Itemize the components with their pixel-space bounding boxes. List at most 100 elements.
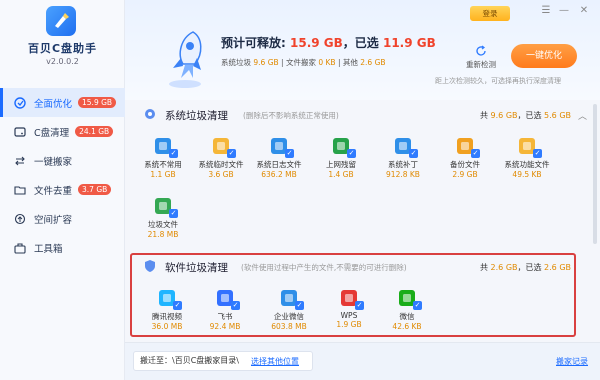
- nav-badge: 15.9 GB: [78, 97, 117, 108]
- app-name: 百贝C盘助手: [27, 42, 98, 55]
- selected-label: ，已选: [342, 36, 379, 50]
- item-size: 36.0 MB: [151, 322, 183, 331]
- rescan-label: 重新检测: [466, 60, 496, 69]
- item-name: 上网残留: [326, 160, 356, 169]
- wps-icon: ✓: [339, 288, 364, 310]
- item-size: 92.4 MB: [209, 322, 241, 331]
- item-size: 1.1 GB: [150, 170, 176, 179]
- nav-label: 一键搬家: [34, 156, 73, 168]
- nav-item-expand[interactable]: 空间扩容: [0, 204, 125, 233]
- item-size: 3.6 GB: [208, 170, 234, 179]
- total-label: 共: [480, 111, 488, 120]
- refresh-icon: [476, 45, 486, 56]
- item-size: 42.6 KB: [392, 322, 422, 331]
- backup-icon: ✓: [455, 136, 480, 158]
- software-junk-header[interactable]: 软件垃圾清理 (软件使用过程中产生的文件,不需要的可进行删除) 共 2.6 GB…: [133, 258, 593, 276]
- section-title: 软件垃圾清理: [165, 262, 228, 274]
- junk-item[interactable]: ✓ 腾讯视频 36.0 MB: [139, 288, 195, 331]
- junk-item[interactable]: ✓ 微信 42.6 KB: [379, 288, 435, 331]
- checkbox-checked-icon[interactable]: ✓: [173, 301, 182, 310]
- system-junk-header[interactable]: 系统垃圾清理 (删除后不影响系统正常使用) 共 9.6 GB，已选 5.6 GB…: [133, 106, 593, 124]
- sidebar: 百贝C盘助手 v2.0.0.2 全面优化 15.9 GB C盘清理 24.1 G…: [0, 0, 125, 380]
- broom-icon: [14, 96, 26, 109]
- item-name: 系统日志文件: [256, 160, 302, 169]
- checkbox-checked-icon[interactable]: ✓: [169, 149, 178, 158]
- sidebar-nav: 全面优化 15.9 GB C盘清理 24.1 GB 一键搬家 文件去重 3.7 …: [0, 88, 125, 262]
- choose-location-link[interactable]: 选择其他位置: [251, 356, 299, 367]
- gear-icon: [145, 109, 155, 119]
- checkbox-checked-icon[interactable]: ✓: [295, 301, 304, 310]
- system-junk-section: 系统垃圾清理 (删除后不影响系统正常使用) 共 9.6 GB，已选 5.6 GB…: [133, 106, 593, 239]
- patch-icon: ✓: [393, 136, 418, 158]
- close-icon[interactable]: ✕: [577, 5, 591, 16]
- selected-label: ，已选: [517, 111, 542, 120]
- checkbox-checked-icon[interactable]: ✓: [471, 149, 480, 158]
- feishu-icon: ✓: [215, 288, 240, 310]
- junk-item[interactable]: ✓ 系统功能文件 49.5 KB: [499, 136, 555, 179]
- login-button[interactable]: 登录: [470, 6, 510, 21]
- scrollbar[interactable]: [593, 104, 597, 244]
- item-name: 飞书: [217, 312, 233, 321]
- menu-icon[interactable]: ☰: [539, 5, 553, 16]
- move-records-link[interactable]: 搬家记录: [556, 356, 588, 367]
- nav-badge: 3.7 GB: [78, 184, 112, 195]
- other-value: 2.6 GB: [360, 58, 386, 67]
- est-value: 15.9 GB: [290, 36, 343, 50]
- checkbox-checked-icon[interactable]: ✓: [533, 149, 542, 158]
- nav-item-dedupe[interactable]: 文件去重 3.7 GB: [0, 175, 125, 204]
- checkbox-checked-icon[interactable]: ✓: [285, 149, 294, 158]
- junk-item[interactable]: ✓ 企业微信 603.8 MB: [261, 288, 317, 331]
- checkbox-checked-icon[interactable]: ✓: [169, 209, 178, 218]
- nav-item-move[interactable]: 一键搬家: [0, 146, 125, 175]
- item-size: 912.8 KB: [386, 170, 420, 179]
- nav-item-full-optimize[interactable]: 全面优化 15.9 GB: [0, 88, 125, 117]
- expand-icon: [14, 213, 26, 225]
- rescan-button[interactable]: 重新检测: [461, 45, 501, 70]
- junk-item[interactable]: ✓ 系统补丁 912.8 KB: [375, 136, 431, 179]
- section-title: 系统垃圾清理: [165, 110, 228, 122]
- selected-value: 11.9 GB: [382, 36, 436, 50]
- junk-item[interactable]: ✓ 系统日志文件 636.2 MB: [251, 136, 307, 179]
- nav-item-toolbox[interactable]: 工具箱: [0, 233, 125, 262]
- junk-item[interactable]: ✓ 飞书 92.4 MB: [197, 288, 253, 331]
- junk-item[interactable]: ✓ WPS 1.9 GB: [321, 288, 377, 329]
- selected-label: ，已选: [517, 263, 542, 272]
- selected-value: 5.6 GB: [544, 111, 571, 120]
- sys-value: 9.6 GB: [253, 58, 279, 67]
- item-size: 603.8 MB: [271, 322, 307, 331]
- item-name: 微信: [399, 312, 415, 321]
- checkbox-checked-icon[interactable]: ✓: [355, 301, 364, 310]
- item-name: 系统不常用: [144, 160, 182, 169]
- collapse-caret-icon[interactable]: ︿: [578, 109, 587, 122]
- drive-icon: [14, 126, 26, 138]
- one-click-optimize-button[interactable]: 一键优化: [511, 44, 577, 68]
- junk-item[interactable]: ✓ 垃圾文件 21.8 MB: [135, 196, 191, 239]
- app-logo-icon: [46, 6, 76, 36]
- item-name: 腾讯视频: [152, 312, 182, 321]
- junk-item[interactable]: ✓ 系统临时文件 3.6 GB: [193, 136, 249, 179]
- arrows-icon: [14, 155, 26, 167]
- nav-label: 空间扩容: [34, 214, 73, 226]
- nav-label: C盘清理: [34, 127, 70, 139]
- toolbox-icon: [14, 242, 26, 254]
- hint-text: 距上次检测较久，可选择再执行深度清理: [435, 77, 561, 85]
- checkbox-checked-icon[interactable]: ✓: [227, 149, 236, 158]
- section-desc: (软件使用过程中产生的文件,不需要的可进行删除): [241, 263, 407, 272]
- estimate-summary: 预计可释放: 15.9 GB，已选 11.9 GB: [221, 34, 436, 51]
- minimize-icon[interactable]: —: [557, 5, 571, 16]
- nav-item-c-clean[interactable]: C盘清理 24.1 GB: [0, 117, 125, 146]
- item-size: 636.2 MB: [261, 170, 297, 179]
- checkbox-checked-icon[interactable]: ✓: [347, 149, 356, 158]
- file-label: 文件搬家: [285, 58, 316, 67]
- junk-item[interactable]: ✓ 备份文件 2.9 GB: [437, 136, 493, 179]
- app-version: v2.0.0.2: [46, 57, 79, 66]
- checkbox-checked-icon[interactable]: ✓: [413, 301, 422, 310]
- section-total: 共 2.6 GB，已选 2.6 GB: [480, 262, 571, 273]
- junk-item[interactable]: ✓ 上网残留 1.4 GB: [313, 136, 369, 179]
- item-name: WPS: [340, 311, 358, 320]
- nav-label: 全面优化: [34, 98, 73, 110]
- junk-item[interactable]: ✓ 系统不常用 1.1 GB: [135, 136, 191, 179]
- move-destination-bar: 搬迁至：\百贝C盘搬家目录\ 选择其他位置 搬家记录: [125, 342, 600, 380]
- checkbox-checked-icon[interactable]: ✓: [231, 301, 240, 310]
- checkbox-checked-icon[interactable]: ✓: [409, 149, 418, 158]
